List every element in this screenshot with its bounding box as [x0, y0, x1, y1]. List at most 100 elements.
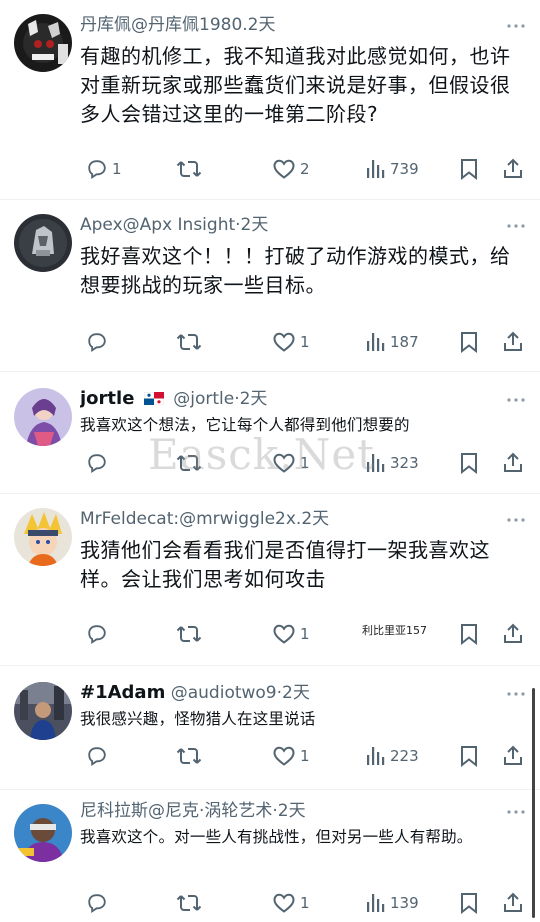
- bookmark-button[interactable]: [459, 327, 479, 357]
- views-button[interactable]: 223: [366, 741, 419, 771]
- retweet-button[interactable]: [176, 888, 206, 918]
- timestamp[interactable]: ·2天: [234, 389, 267, 409]
- views-button[interactable]: 323: [366, 448, 419, 478]
- share-button[interactable]: [502, 741, 524, 771]
- like-count: 1: [300, 454, 310, 472]
- heart-icon: [273, 624, 295, 644]
- timestamp[interactable]: ·2天: [272, 801, 305, 821]
- views-icon: [367, 160, 385, 178]
- tweet-3[interactable]: jortle @jortle·2天 我喜欢这个想法，它让每个人都得到他们想要的 …: [0, 372, 540, 494]
- like-count: 1: [300, 333, 310, 351]
- avatar[interactable]: [14, 682, 72, 740]
- heart-icon: [273, 332, 295, 352]
- display-name[interactable]: Apex: [80, 215, 123, 235]
- bookmark-button[interactable]: [459, 448, 479, 478]
- reply-button[interactable]: [86, 327, 112, 357]
- more-options-icon[interactable]: [506, 690, 526, 698]
- handle[interactable]: :@mrwiggle2x: [173, 509, 296, 529]
- action-bar: 1: [0, 619, 540, 649]
- more-options-icon[interactable]: [506, 516, 526, 524]
- reply-button[interactable]: [86, 888, 112, 918]
- bookmark-button[interactable]: [459, 888, 479, 918]
- reply-icon: [88, 160, 106, 179]
- avatar[interactable]: [14, 214, 72, 272]
- tweet-text: 我很感兴趣，怪物猎人在这里说话: [80, 710, 316, 728]
- tweet-1[interactable]: 丹库佩@丹库佩1980.2天 有趣的机修工，我不知道我对此感觉如何，也许对重新玩…: [0, 0, 540, 200]
- reply-icon: [88, 454, 106, 473]
- views-button[interactable]: 139: [366, 888, 419, 918]
- scrollbar[interactable]: [532, 688, 535, 918]
- tweet-text: 我猜他们会看看我们是否值得打一架我喜欢这样。会让我们思考如何攻击: [80, 538, 490, 591]
- timestamp[interactable]: ·2天: [235, 215, 268, 235]
- like-button[interactable]: 1: [272, 619, 310, 649]
- reply-button[interactable]: 1: [86, 154, 122, 184]
- avatar[interactable]: [14, 508, 72, 566]
- more-options-icon[interactable]: [506, 22, 526, 30]
- avatar[interactable]: [14, 14, 72, 72]
- share-icon: [504, 452, 522, 472]
- reply-icon: [88, 747, 106, 766]
- views-count: 139: [390, 894, 419, 912]
- display-name[interactable]: 丹库佩: [80, 15, 131, 35]
- share-icon: [504, 745, 522, 765]
- share-icon: [504, 623, 522, 643]
- like-button[interactable]: 1: [272, 741, 310, 771]
- bookmark-button[interactable]: [459, 154, 479, 184]
- share-icon: [504, 331, 522, 351]
- tweet-text: 我喜欢这个想法，它让每个人都得到他们想要的: [80, 416, 410, 434]
- display-name[interactable]: 尼科拉斯: [80, 801, 148, 821]
- retweet-icon: [176, 895, 202, 911]
- retweet-button[interactable]: [176, 741, 206, 771]
- bookmark-icon: [461, 159, 477, 180]
- tweet-2[interactable]: Apex@Apx Insight·2天 我好喜欢这个！！！打破了动作游戏的模式，…: [0, 200, 540, 372]
- more-options-icon[interactable]: [506, 808, 526, 816]
- more-options-icon[interactable]: [506, 222, 526, 230]
- action-bar: 1 187: [0, 327, 540, 357]
- tweet-5[interactable]: #1Adam @audiotwo9·2天 我很感兴趣，怪物猎人在这里说话 1 2…: [0, 666, 540, 790]
- retweet-button[interactable]: [176, 154, 206, 184]
- action-bar: 1 139: [0, 888, 540, 918]
- handle[interactable]: @Apx Insight: [123, 215, 235, 235]
- like-button[interactable]: 1: [272, 888, 310, 918]
- reply-button[interactable]: [86, 448, 112, 478]
- share-button[interactable]: [502, 154, 524, 184]
- avatar[interactable]: [14, 388, 72, 446]
- retweet-icon: [176, 334, 202, 350]
- share-button[interactable]: [502, 448, 524, 478]
- retweet-button[interactable]: [176, 619, 206, 649]
- display-name[interactable]: MrFeldecat: [80, 509, 173, 529]
- avatar[interactable]: [14, 804, 72, 862]
- share-button[interactable]: [502, 888, 524, 918]
- handle[interactable]: @丹库佩1980: [131, 15, 242, 35]
- tweet-text: 有趣的机修工，我不知道我对此感觉如何，也许对重新玩家或那些蠢货们来说是好事，但假…: [80, 44, 511, 126]
- handle[interactable]: @jortle: [173, 389, 234, 409]
- handle[interactable]: @audiotwo9: [171, 683, 277, 703]
- bookmark-icon: [461, 453, 477, 474]
- tweet-6[interactable]: 尼科拉斯@尼克·涡轮艺术·2天 我喜欢这个。对一些人有挑战性，但对另一些人有帮助…: [0, 790, 540, 922]
- like-button[interactable]: 1: [272, 448, 310, 478]
- like-button[interactable]: 1: [272, 327, 310, 357]
- heart-icon: [273, 893, 295, 913]
- views-button[interactable]: 187: [366, 327, 419, 357]
- tweet-4[interactable]: MrFeldecat:@mrwiggle2x.2天 我猜他们会看看我们是否值得打…: [0, 494, 540, 666]
- share-button[interactable]: [502, 619, 524, 649]
- display-name[interactable]: #1Adam: [80, 682, 165, 703]
- retweet-button[interactable]: [176, 327, 206, 357]
- timestamp[interactable]: .2天: [296, 509, 329, 529]
- reply-icon: [88, 333, 106, 352]
- timestamp[interactable]: ·2天: [277, 683, 310, 703]
- flag-icon: [143, 392, 164, 405]
- handle[interactable]: @尼克·涡轮艺术: [148, 801, 272, 821]
- retweet-button[interactable]: [176, 448, 206, 478]
- more-options-icon[interactable]: [506, 396, 526, 404]
- bookmark-button[interactable]: [459, 741, 479, 771]
- bookmark-button[interactable]: [459, 619, 479, 649]
- like-button[interactable]: 2: [272, 154, 310, 184]
- bookmark-icon: [461, 624, 477, 645]
- display-name[interactable]: jortle: [80, 388, 134, 409]
- reply-button[interactable]: [86, 619, 112, 649]
- timestamp[interactable]: .2天: [242, 15, 275, 35]
- reply-button[interactable]: [86, 741, 112, 771]
- views-button[interactable]: 739: [366, 154, 419, 184]
- share-button[interactable]: [502, 327, 524, 357]
